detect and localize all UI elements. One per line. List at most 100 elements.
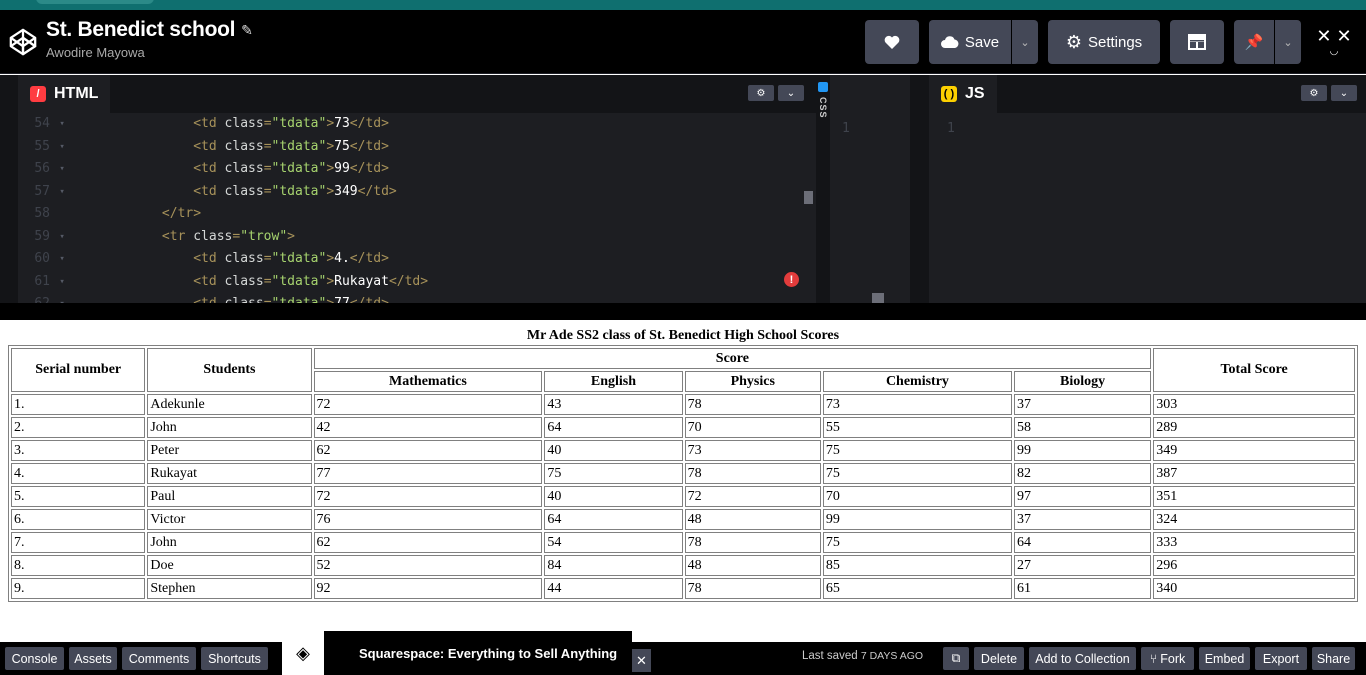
code-line[interactable]: 57 ▾ <td class="tdata">349</td> (18, 181, 816, 204)
tab-js[interactable]: ( ) JS (929, 75, 997, 113)
browser-tab-pill[interactable] (36, 0, 154, 4)
code-line[interactable]: 54 ▾ <td class="tdata">73</td> (18, 113, 816, 136)
last-saved-status: Last saved 7 DAYS AGO (802, 650, 923, 662)
fold-icon[interactable]: ▾ (54, 226, 68, 249)
table-cell: 62 (313, 532, 543, 553)
chevron-down-icon[interactable]: ⌄ (1331, 85, 1357, 101)
save-dropdown-button[interactable]: ⌄ (1012, 20, 1038, 64)
table-cell: 5. (11, 486, 146, 507)
fold-icon[interactable]: ▾ (54, 248, 68, 271)
delete-button[interactable]: Delete (974, 647, 1024, 670)
add-to-collection-button[interactable]: Add to Collection (1029, 647, 1136, 670)
editor-resize-handle[interactable] (0, 303, 1366, 320)
table-cell: 44 (544, 578, 683, 599)
settings-button[interactable]: ⚙ Settings (1048, 20, 1160, 64)
fold-icon[interactable]: ▾ (54, 271, 68, 294)
code-text: <td class="tdata">99</td> (193, 161, 389, 176)
table-cell: 78 (684, 532, 821, 553)
line-number: 59 (34, 228, 50, 244)
pen-title-text[interactable]: St. Benedict school (46, 18, 235, 42)
love-button[interactable] (865, 20, 919, 64)
table-cell: 84 (544, 555, 683, 576)
header-serial: Serial number (11, 348, 146, 392)
tab-css[interactable]: CSS (816, 75, 830, 303)
save-button[interactable]: Save (929, 20, 1011, 64)
sponsor-ad[interactable]: ◈ Squarespace: Everything to Sell Anythi… (282, 631, 632, 675)
fold-icon[interactable]: ▾ (54, 136, 68, 159)
shortcuts-button[interactable]: Shortcuts (201, 647, 268, 670)
codepen-logo-icon[interactable] (8, 26, 38, 58)
table-cell: 99 (822, 509, 1012, 530)
code-line[interactable]: 61 ▾ <td class="tdata">Rukayat</td> (18, 271, 816, 294)
table-cell: 9. (11, 578, 146, 599)
line-number: 1 (842, 121, 850, 136)
pin-button[interactable]: 📌 (1234, 20, 1274, 64)
gear-icon[interactable]: ⚙ (1301, 85, 1327, 101)
share-button[interactable]: Share (1312, 647, 1355, 670)
html-tabbar: / HTML ⚙ ⌄ (18, 75, 816, 113)
gear-icon[interactable]: ⚙ (748, 85, 774, 101)
assets-button[interactable]: Assets (69, 647, 117, 670)
code-line[interactable]: 56 ▾ <td class="tdata">99</td> (18, 158, 816, 181)
table-cell: 75 (822, 463, 1012, 484)
header: St. Benedict school ✎ Awodire Mayowa Save… (0, 10, 1366, 74)
editor-area: / HTML ⚙ ⌄ 54 ▾ <td class="tdata">73</td… (0, 75, 1366, 303)
embed-button[interactable]: Embed (1199, 647, 1250, 670)
avatar[interactable]: ✕ ✕ ◡ (1312, 20, 1356, 64)
html-editor[interactable]: / HTML ⚙ ⌄ 54 ▾ <td class="tdata">73</td… (18, 75, 816, 303)
change-view-button[interactable] (1170, 20, 1224, 64)
scrollbar-thumb[interactable] (804, 191, 813, 204)
fork-button[interactable]: ⑂ Fork (1141, 647, 1194, 670)
console-button[interactable]: Console (5, 647, 64, 670)
squarespace-logo-icon: ◈ (282, 631, 324, 675)
pin-dropdown-button[interactable]: ⌄ (1275, 20, 1301, 64)
header-subject: English (544, 371, 683, 392)
code-line[interactable]: 62 ▾ <td class="tdata">77</td> (18, 293, 816, 303)
code-line[interactable]: 60 ▾ <td class="tdata">4.</td> (18, 248, 816, 271)
pencil-icon[interactable]: ✎ (241, 22, 253, 39)
header-subject: Physics (684, 371, 821, 392)
table-cell: Adekunle (147, 394, 312, 415)
pen-title[interactable]: St. Benedict school ✎ (46, 18, 253, 42)
author-name[interactable]: Awodire Mayowa (46, 45, 145, 60)
table-cell: Rukayat (147, 463, 312, 484)
css-editor[interactable]: 1 (830, 75, 910, 303)
table-cell: 85 (822, 555, 1012, 576)
js-editor[interactable]: ( ) JS ⚙ ⌄ 1 (929, 75, 1366, 303)
close-icon[interactable]: ✕ (632, 649, 651, 672)
code-line[interactable]: 55 ▾ <td class="tdata">75</td> (18, 136, 816, 159)
fold-icon[interactable]: ▾ (54, 113, 68, 136)
table-cell: 40 (544, 440, 683, 461)
error-icon[interactable]: ! (784, 272, 799, 287)
fold-icon[interactable]: ▾ (54, 181, 68, 204)
tab-css-label: CSS (818, 97, 828, 119)
table-cell: 7. (11, 532, 146, 553)
line-number: 57 (34, 183, 50, 199)
table-row: 4. Rukayat 77 75 78 75 82 387 (11, 463, 1355, 484)
chevron-down-icon[interactable]: ⌄ (778, 85, 804, 101)
table-cell: 58 (1013, 417, 1152, 438)
table-cell: 78 (684, 578, 821, 599)
line-number: 60 (34, 251, 50, 266)
comments-button[interactable]: Comments (122, 647, 196, 670)
tab-html[interactable]: / HTML (18, 75, 111, 113)
css-badge-icon (818, 82, 828, 92)
scrollbar-thumb[interactable] (872, 293, 884, 303)
fold-icon (54, 203, 68, 226)
cell-value: Rukayat (334, 273, 389, 289)
avatar-mouth: ◡ (1330, 46, 1338, 57)
html-code[interactable]: 54 ▾ <td class="tdata">73</td> 55 ▾ <td c… (18, 113, 816, 303)
fold-icon[interactable]: ▾ (54, 158, 68, 181)
table-cell: 37 (1013, 394, 1152, 415)
table-row: 2. John 42 64 70 55 58 289 (11, 417, 1355, 438)
cell-value: 73 (334, 116, 350, 131)
external-link-icon[interactable]: ⧉ (943, 647, 969, 670)
table-row: 9. Stephen 92 44 78 65 61 340 (11, 578, 1355, 599)
code-line[interactable]: 59 ▾ <tr class="trow"> (18, 226, 816, 249)
fold-icon[interactable]: ▾ (54, 293, 68, 303)
browser-top-strip (0, 0, 1366, 10)
html-editor-controls: ⚙ ⌄ (748, 85, 804, 101)
code-line[interactable]: 58 </tr> (18, 203, 816, 226)
settings-label: Settings (1087, 33, 1143, 51)
export-button[interactable]: Export (1255, 647, 1307, 670)
